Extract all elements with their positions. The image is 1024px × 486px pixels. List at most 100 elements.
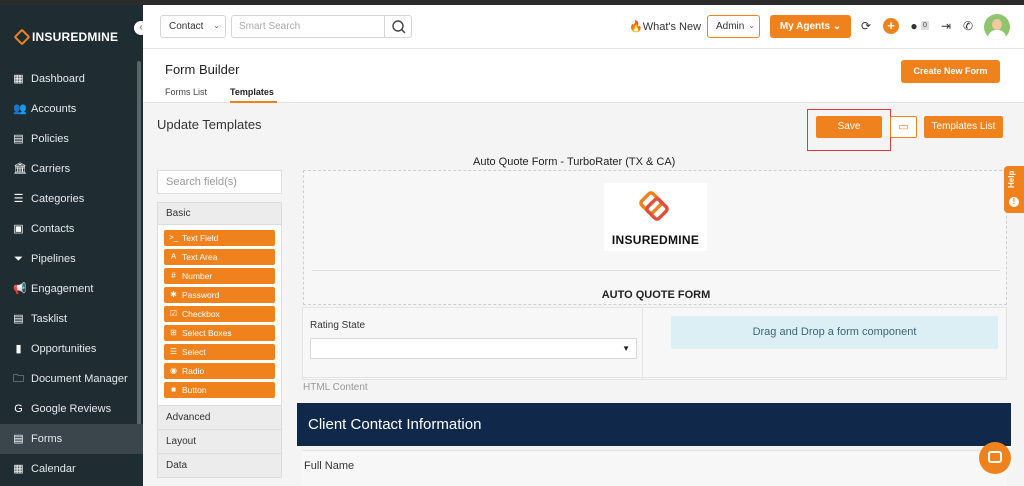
component-label: Text Area xyxy=(182,252,218,262)
rating-state-label: Rating State xyxy=(310,320,366,331)
sidebar-item-pipelines[interactable]: ⏷ Pipelines xyxy=(0,244,143,274)
group-advanced-header[interactable]: Advanced xyxy=(157,406,282,430)
component-password[interactable]: ✱ Password xyxy=(164,287,275,303)
engagement-icon: 📢 xyxy=(13,282,27,295)
help-label: Help xyxy=(1007,170,1016,188)
sidebar-item-opportunities[interactable]: ▮ Opportunities xyxy=(0,334,143,364)
component-label: Checkbox xyxy=(182,309,220,319)
component-label: Number xyxy=(182,271,213,281)
text-field-icon: >_ xyxy=(169,233,179,242)
chevron-down-icon: ⌄ xyxy=(748,21,755,30)
avatar[interactable] xyxy=(984,14,1010,40)
device-preview-button[interactable]: ▭ xyxy=(890,116,917,138)
component-button[interactable]: ■ Button xyxy=(164,382,275,398)
sidebar-item-label: Forms xyxy=(31,433,63,445)
avatar-head xyxy=(992,19,1002,30)
phone-icon[interactable]: ✆ xyxy=(961,19,975,33)
sidebar-item-policies[interactable]: ▤ Policies xyxy=(0,124,143,154)
logout-icon[interactable]: ⇥ xyxy=(939,19,953,33)
sidebar-item-tasklist[interactable]: ▤ Tasklist xyxy=(0,304,143,334)
add-icon[interactable]: + xyxy=(883,18,899,34)
whats-new-link[interactable]: 🔥What's New xyxy=(629,20,701,33)
help-tab[interactable]: Help ! xyxy=(1004,166,1024,213)
number-icon: # xyxy=(171,271,176,280)
form-logo-text: INSUREDMINE xyxy=(611,233,700,247)
group-data-header[interactable]: Data xyxy=(157,454,282,478)
group-layout-header[interactable]: Layout xyxy=(157,430,282,454)
google-icon: G xyxy=(14,402,23,415)
sidebar-item-carriers[interactable]: 🏛 Carriers xyxy=(0,154,143,184)
refresh-icon[interactable]: ⟳ xyxy=(859,19,873,33)
field-search-input[interactable]: Search field(s) xyxy=(157,170,282,194)
html-content-block[interactable] xyxy=(302,377,1007,405)
page-title: Form Builder xyxy=(165,62,240,77)
policies-icon: ▤ xyxy=(13,132,24,145)
sidebar-item-engagement[interactable]: 📢 Engagement xyxy=(0,274,143,304)
chat-icon xyxy=(988,451,1002,463)
form-heading: AUTO QUOTE FORM xyxy=(601,289,711,301)
checkbox-icon: ☑ xyxy=(169,309,178,318)
sidebar-item-label: Carriers xyxy=(31,163,71,175)
component-select[interactable]: ☰ Select xyxy=(164,344,275,360)
component-select-boxes[interactable]: ⊞ Select Boxes xyxy=(164,325,275,341)
sidebar-item-categories[interactable]: ☰ Categories xyxy=(0,184,143,214)
help-icon: ! xyxy=(1009,197,1019,207)
avatar-body xyxy=(988,30,1006,40)
top-bar: Contact ⌄ Smart Search 🔥What's New Admin… xyxy=(143,5,1024,49)
role-select-value: Admin xyxy=(716,21,745,32)
sidebar-item-calendar[interactable]: ▦ Calendar xyxy=(0,454,143,484)
save-button[interactable]: Save xyxy=(816,116,882,138)
full-name-field[interactable]: Full Name xyxy=(302,450,1007,486)
tab-forms-list[interactable]: Forms List xyxy=(165,87,207,97)
create-new-form-button[interactable]: Create New Form xyxy=(901,60,1000,83)
client-contact-banner[interactable]: Client Contact Information xyxy=(297,403,1011,446)
search-icon xyxy=(392,20,406,34)
whats-new-label: What's New xyxy=(642,21,702,33)
carriers-icon: 🏛 xyxy=(13,162,27,175)
sidebar-nav: ▦ Dashboard 👥 Accounts ▤ Policies 🏛 Carriers ☰ Ca… xyxy=(0,64,143,484)
component-text-area[interactable]: A Text Area xyxy=(164,249,275,265)
contacts-icon: ▣ xyxy=(13,222,24,235)
search-button[interactable] xyxy=(384,15,412,38)
user-icon[interactable]: ● xyxy=(907,19,921,33)
sidebar-item-label: Categories xyxy=(31,193,85,205)
drop-zone[interactable]: Drag and Drop a form component xyxy=(671,316,998,349)
select-icon: ☰ xyxy=(169,347,178,356)
column-right: Drag and Drop a form component xyxy=(643,307,1007,380)
sidebar-item-label: Google Reviews xyxy=(31,403,112,415)
brand-logo[interactable]: INSUREDMINE xyxy=(13,28,118,46)
sidebar-item-forms[interactable]: ▤ Forms xyxy=(0,424,143,454)
sidebar-item-google-reviews[interactable]: G Google Reviews xyxy=(0,394,143,424)
pipelines-icon: ⏷ xyxy=(14,252,23,265)
page-header: Form Builder Forms List Templates Create… xyxy=(143,49,1024,103)
component-radio[interactable]: ◉ Radio xyxy=(164,363,275,379)
tab-templates[interactable]: Templates xyxy=(230,87,274,97)
role-select[interactable]: Admin ⌄ xyxy=(707,15,760,38)
my-agents-label: My Agents xyxy=(779,21,831,32)
component-label: Radio xyxy=(182,366,205,376)
sidebar-item-document-manager[interactable]: 🗀 Document Manager xyxy=(0,364,143,394)
sidebar-item-contacts[interactable]: ▣ Contacts xyxy=(0,214,143,244)
sidebar-item-label: Engagement xyxy=(31,283,94,295)
group-basic-header[interactable]: Basic xyxy=(157,202,282,225)
device-preview-icon: ▭ xyxy=(898,121,909,133)
component-number[interactable]: # Number xyxy=(164,268,275,284)
form-canvas: INSUREDMINE AUTO QUOTE FORM Rating State… xyxy=(297,170,1011,486)
component-palette: Basic >_ Text Field A Text Area # Number ✱ Pass… xyxy=(157,202,282,478)
password-icon: ✱ xyxy=(170,290,177,299)
component-checkbox[interactable]: ☑ Checkbox xyxy=(164,306,275,322)
entity-select[interactable]: Contact ⌄ xyxy=(160,15,226,38)
sidebar-item-accounts[interactable]: 👥 Accounts xyxy=(0,94,143,124)
smart-search-input[interactable]: Smart Search xyxy=(231,15,385,38)
form-title: Auto Quote Form - TurboRater (TX & CA) xyxy=(473,156,676,168)
forms-icon: ▤ xyxy=(13,432,24,445)
templates-list-button[interactable]: Templates List xyxy=(924,116,1003,138)
my-agents-button[interactable]: My Agents ⌄ xyxy=(770,15,851,38)
radio-icon: ◉ xyxy=(170,366,177,375)
chat-launcher-button[interactable] xyxy=(979,442,1011,474)
component-text-field[interactable]: >_ Text Field xyxy=(164,230,275,246)
sidebar-item-dashboard[interactable]: ▦ Dashboard xyxy=(0,64,143,94)
rating-state-select[interactable]: ▼ xyxy=(310,338,637,359)
sidebar-item-label: Tasklist xyxy=(31,313,68,325)
header-drop-area[interactable]: INSUREDMINE AUTO QUOTE FORM xyxy=(303,170,1007,305)
